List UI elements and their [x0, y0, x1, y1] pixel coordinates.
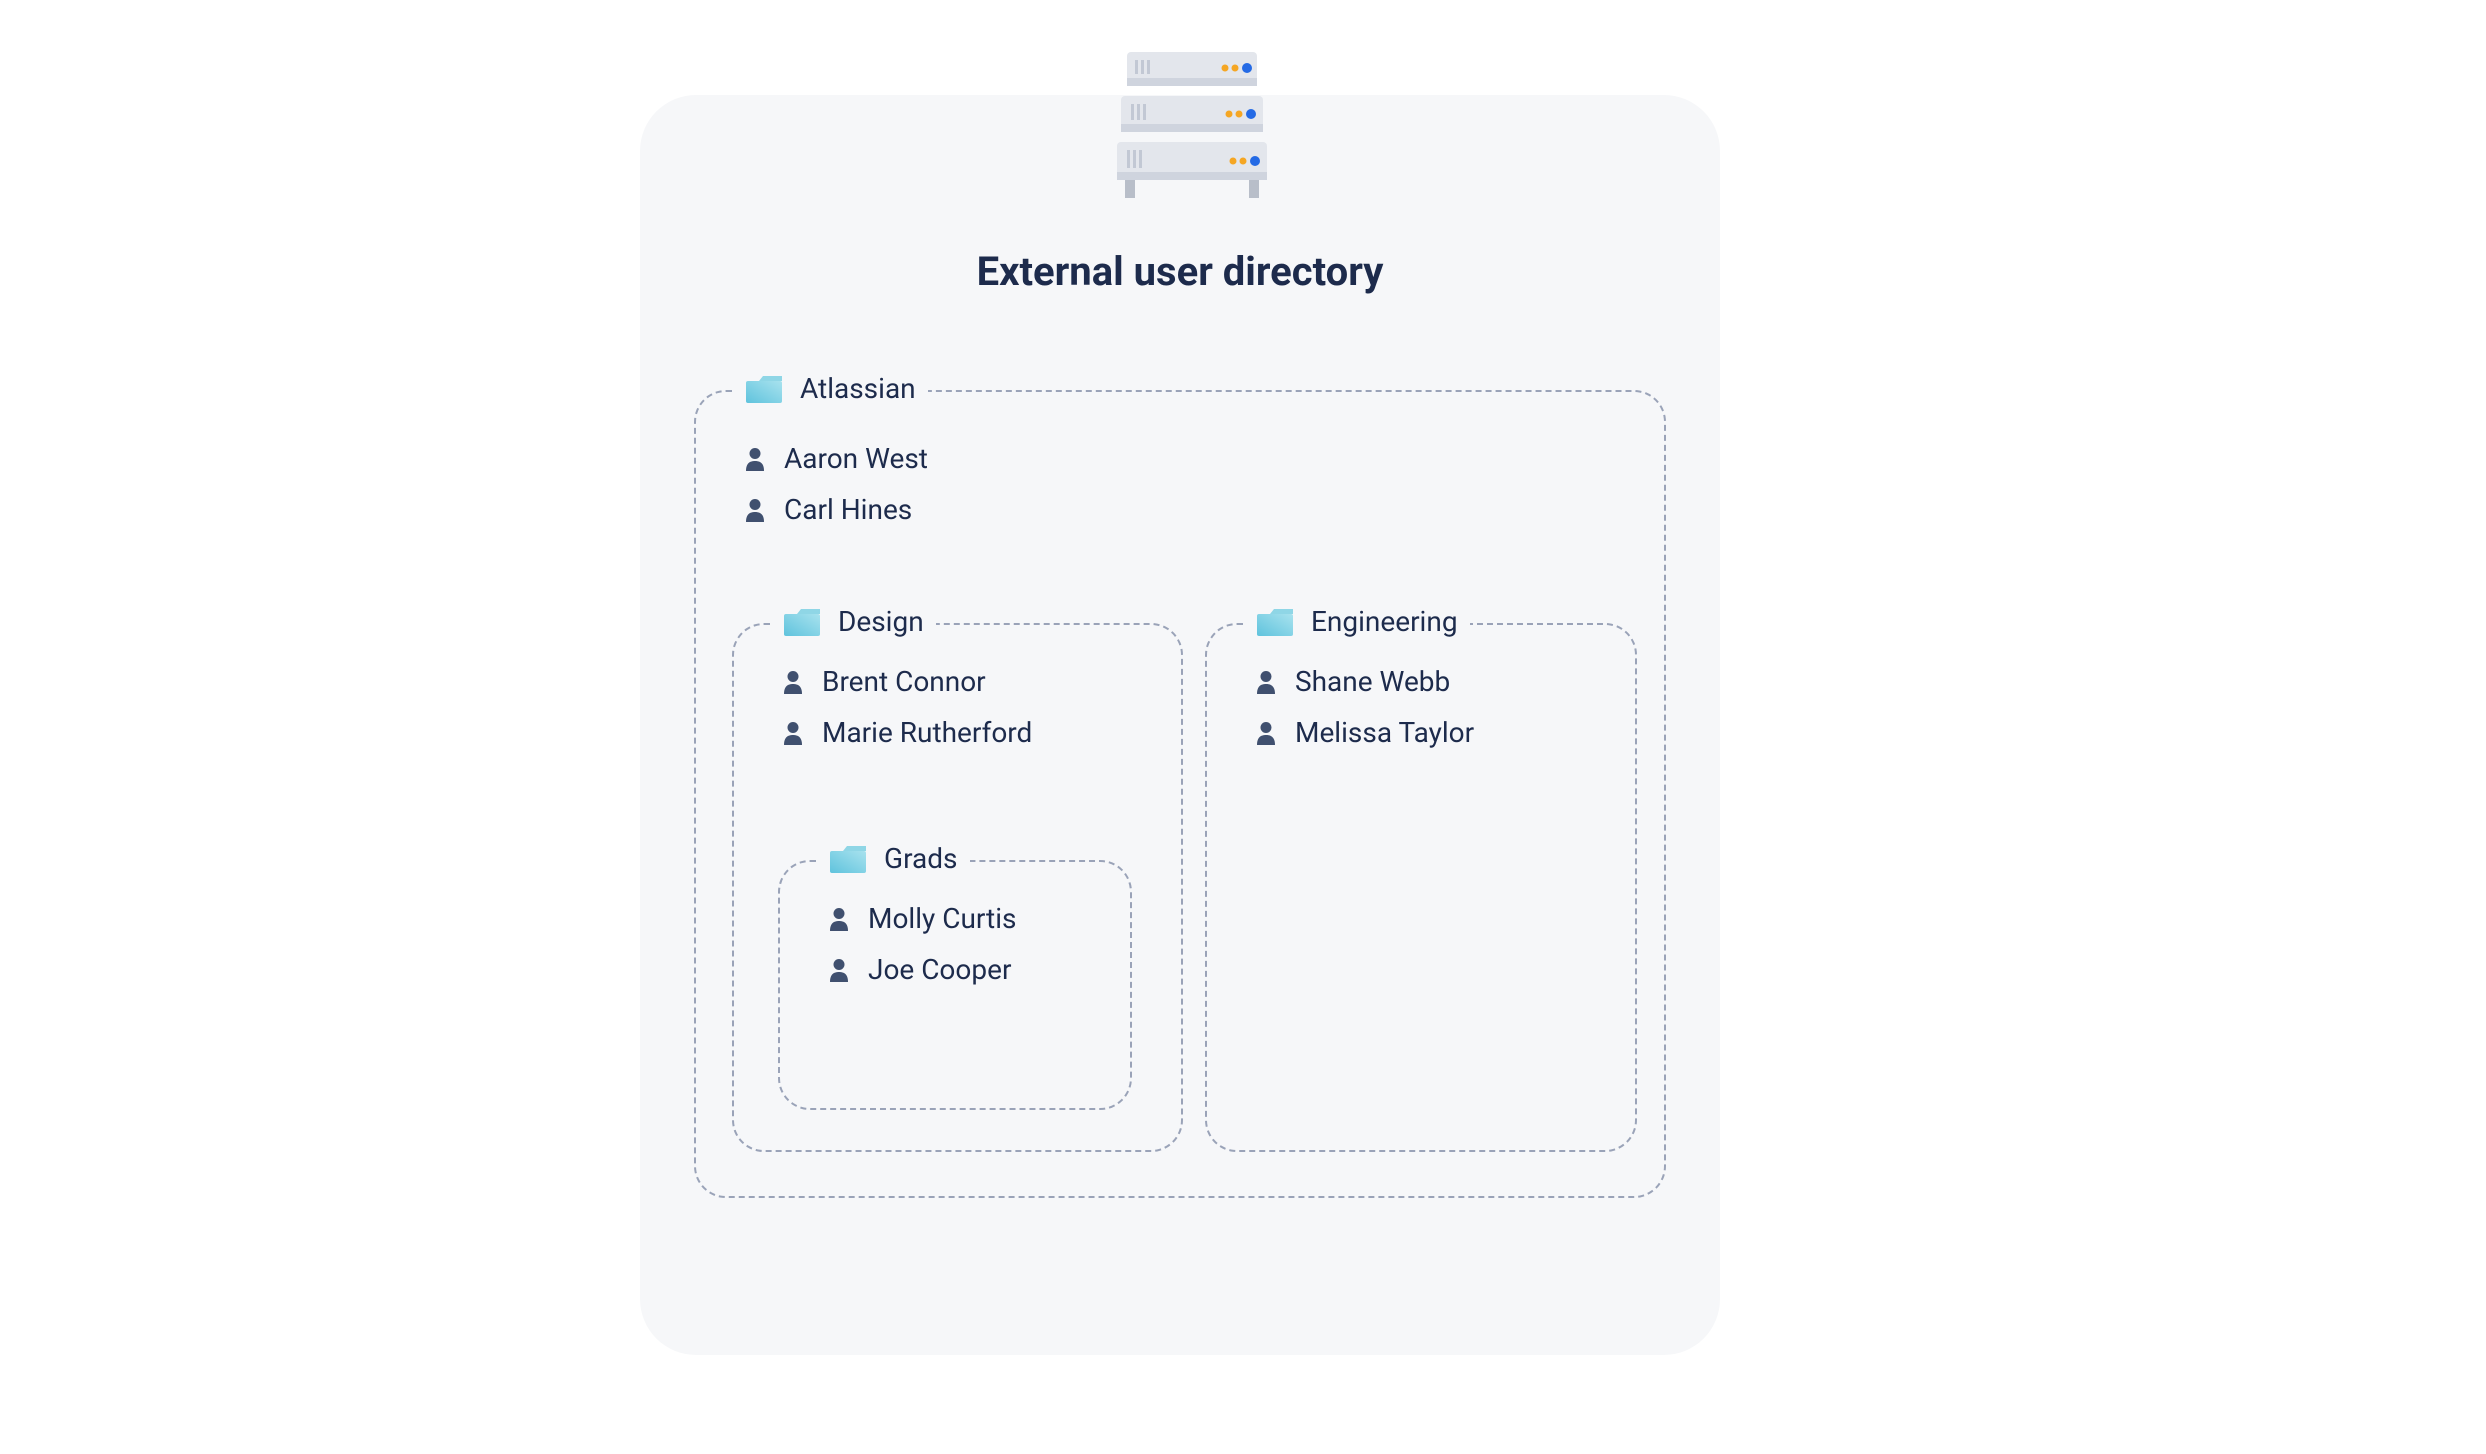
folder-icon — [782, 606, 822, 638]
group-header: Design — [770, 605, 936, 638]
user-list: Shane Webb Melissa Taylor — [1207, 625, 1635, 759]
group-label: Atlassian — [800, 372, 916, 405]
list-item: Marie Rutherford — [782, 716, 1161, 749]
page-title: External user directory — [640, 248, 1720, 295]
folder-icon — [1255, 606, 1295, 638]
group-label: Design — [838, 605, 924, 638]
group-header: Engineering — [1243, 605, 1470, 638]
list-item: Melissa Taylor — [1255, 716, 1615, 749]
user-list: Brent Connor Marie Rutherford — [734, 625, 1181, 759]
list-item: Molly Curtis — [828, 902, 1110, 935]
user-list: Aaron West Carl Hines — [696, 392, 1664, 536]
list-item: Shane Webb — [1255, 665, 1615, 698]
person-icon — [828, 907, 850, 931]
user-name: Brent Connor — [822, 665, 986, 698]
list-item: Brent Connor — [782, 665, 1161, 698]
folder-icon — [828, 843, 868, 875]
person-icon — [1255, 670, 1277, 694]
group-header: Atlassian — [732, 372, 928, 405]
user-name: Melissa Taylor — [1295, 716, 1474, 749]
folder-icon — [744, 373, 784, 405]
person-icon — [744, 447, 766, 471]
list-item: Joe Cooper — [828, 953, 1110, 986]
person-icon — [828, 958, 850, 982]
person-icon — [782, 721, 804, 745]
list-item: Aaron West — [744, 442, 1644, 475]
user-name: Marie Rutherford — [822, 716, 1032, 749]
person-icon — [1255, 721, 1277, 745]
person-icon — [744, 498, 766, 522]
user-name: Joe Cooper — [868, 953, 1011, 986]
person-icon — [782, 670, 804, 694]
list-item: Carl Hines — [744, 493, 1644, 526]
user-list: Molly Curtis Joe Cooper — [780, 862, 1130, 996]
user-name: Molly Curtis — [868, 902, 1016, 935]
group-label: Engineering — [1311, 605, 1458, 638]
user-name: Aaron West — [784, 442, 928, 475]
user-name: Shane Webb — [1295, 665, 1450, 698]
server-icon — [1117, 46, 1267, 210]
group-label: Grads — [884, 842, 958, 875]
user-name: Carl Hines — [784, 493, 912, 526]
group-engineering: Engineering Shane Webb Melissa Taylor — [1205, 623, 1637, 1152]
group-grads: Grads Molly Curtis Joe Cooper — [778, 860, 1132, 1110]
group-header: Grads — [816, 842, 970, 875]
